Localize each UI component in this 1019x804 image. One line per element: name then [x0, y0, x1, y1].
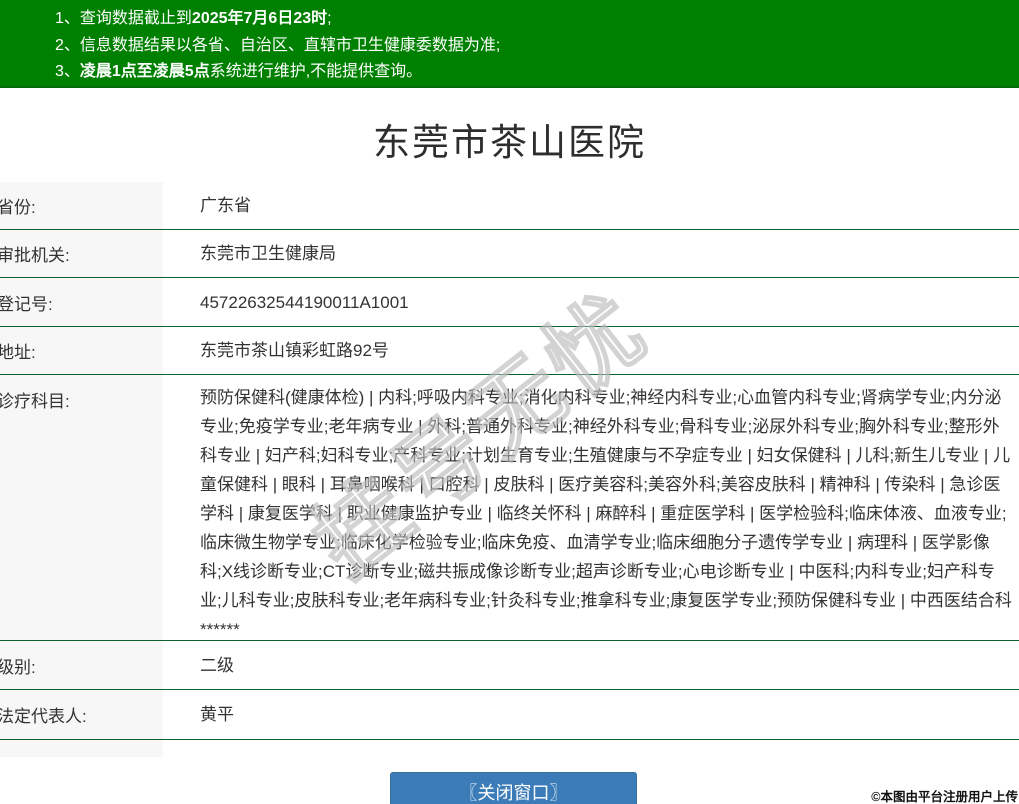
row-label: 省份: [0, 182, 163, 229]
table-row-medical-departments: 诊疗科目: 预防保健科(健康体检) | 内科;呼吸内科专业;消化内科专业;神经内… [0, 375, 1019, 641]
row-label: 诊疗科目: [0, 375, 163, 640]
notice-3-bold: 凌晨1点至凌晨5点 [79, 63, 210, 80]
notice-line-1: 1、查询数据截止到2025年7月6日23时; [55, 6, 1019, 33]
row-value: 东莞市卫生健康局 [200, 244, 336, 263]
row-label: 法定代表人: [0, 690, 163, 739]
row-value: 预防保健科(健康体检) | 内科;呼吸内科专业;消化内科专业;神经内科专业;心血… [200, 388, 1012, 639]
row-value: 二级 [200, 655, 234, 675]
table-row-legal-representative: 法定代表人: 黄平 [0, 690, 1019, 740]
notice-2-text: 信息数据结果以各省、自治区、直辖市卫生健康委数据为准; [79, 36, 501, 54]
row-value: 45722632544190011A1001 [200, 292, 409, 312]
table-row-partial [0, 740, 1019, 757]
notice-1-text: 查询数据截止到 [79, 10, 192, 27]
notice-line-3: 3、凌晨1点至凌晨5点系统进行维护,不能提供查询。 [55, 59, 1019, 86]
table-row-registration-number: 登记号: 45722632544190011A1001 [0, 278, 1019, 327]
image-credit-text: ©本图由平台注册用户上传 [871, 790, 1018, 804]
notice-banner: 1、查询数据截止到2025年7月6日23时; 2、信息数据结果以各省、自治区、直… [0, 0, 1019, 88]
hospital-info-page: 1、查询数据截止到2025年7月6日23时; 2、信息数据结果以各省、自治区、直… [0, 0, 1019, 804]
row-label: 地址: [0, 327, 163, 374]
row-value [163, 740, 1019, 757]
row-label: 级别: [0, 641, 163, 689]
row-label: 登记号: [0, 278, 163, 326]
table-row-approval-authority: 审批机关: 东莞市卫生健康局 [0, 230, 1019, 278]
hospital-info-table: 省份: 广东省 审批机关: 东莞市卫生健康局 登记号: 457226325441… [0, 182, 1019, 757]
row-value: 黄平 [200, 705, 234, 724]
table-row-level: 级别: 二级 [0, 641, 1019, 690]
notice-3-number: 3、 [55, 63, 80, 80]
row-label [0, 740, 163, 757]
notice-1-tail: ; [327, 10, 332, 27]
table-row-province: 省份: 广东省 [0, 182, 1019, 230]
row-value: 东莞市茶山镇彩虹路92号 [200, 341, 389, 360]
row-value: 广东省 [200, 196, 251, 215]
row-label: 审批机关: [0, 230, 163, 277]
notice-2-number: 2、 [55, 36, 80, 54]
notice-3-tail: 系统进行维护,不能提供查询。 [209, 63, 423, 80]
notice-1-number: 1、 [55, 10, 80, 27]
page-title: 东莞市茶山医院 [373, 122, 646, 163]
notice-line-2: 2、信息数据结果以各省、自治区、直辖市卫生健康委数据为准; [55, 33, 1019, 60]
notice-1-bold: 2025年7月6日23时 [191, 10, 328, 27]
close-window-button[interactable]: 〖关闭窗口〗 [390, 772, 637, 804]
table-row-address: 地址: 东莞市茶山镇彩虹路92号 [0, 327, 1019, 375]
